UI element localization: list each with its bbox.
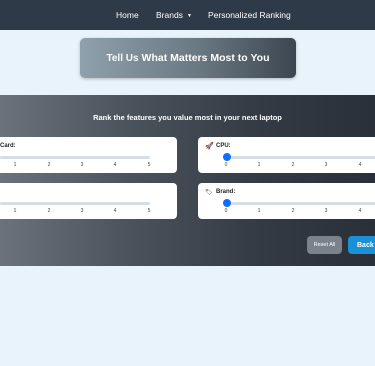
slider-tick: 1 (257, 208, 261, 214)
slider-tick: 4 (113, 208, 117, 214)
back-button[interactable]: Back (348, 236, 375, 254)
slider-tick: 2 (291, 208, 295, 214)
nav-brands-dropdown[interactable]: Brands ▼ (156, 0, 192, 30)
navbar: Home Brands ▼ Personalized Ranking (0, 0, 375, 30)
slider-tick: 2 (47, 162, 51, 168)
slider-tick: 4 (358, 208, 362, 214)
slider-thumb[interactable] (223, 199, 231, 207)
feature-card-cpu: 🚀 CPU: 0 1 2 3 4 (198, 137, 375, 173)
feature-card: 1 2 3 4 5 (0, 183, 177, 219)
feature-label: Card: (0, 143, 16, 149)
slider-thumb[interactable] (223, 153, 231, 161)
slider-track[interactable] (226, 202, 375, 205)
slider-tick: 3 (80, 208, 84, 214)
caret-down-icon: ▼ (186, 13, 192, 19)
reset-all-button[interactable]: Reset All (307, 236, 342, 254)
panel-title: Rank the features you value most in your… (93, 113, 282, 122)
slider-tick: 0 (224, 162, 228, 168)
page-banner: Tell Us What Matters Most to You (80, 38, 296, 78)
slider-tick: 5 (147, 162, 151, 168)
slider-tick: 3 (80, 162, 84, 168)
slider-track[interactable] (0, 202, 150, 205)
banner-prefix: Tell Us (106, 52, 139, 64)
slider-tick: 2 (291, 162, 295, 168)
rocket-icon: 🚀 (205, 143, 214, 150)
feature-label: Brand: (216, 189, 236, 195)
tag-icon: 🏷 (205, 190, 213, 196)
slider-track[interactable] (226, 156, 375, 159)
slider-tick: 4 (113, 162, 117, 168)
feature-card-graphics: Card: 1 2 3 4 5 (0, 137, 177, 173)
slider-tick: 3 (324, 208, 328, 214)
slider-tick: 0 (224, 208, 228, 214)
banner-emphasis: What Matters Most to You (141, 52, 270, 64)
slider-tick: 4 (358, 162, 362, 168)
feature-label: CPU: (216, 143, 231, 149)
ranking-panel: Rank the features you value most in your… (0, 95, 375, 266)
slider-tick: 2 (47, 208, 51, 214)
slider-track[interactable] (0, 156, 150, 159)
slider-tick: 3 (324, 162, 328, 168)
slider-tick: 5 (147, 208, 151, 214)
nav-home-link[interactable]: Home (116, 0, 139, 30)
nav-brands-label: Brands (156, 10, 183, 20)
nav-ranking-link[interactable]: Personalized Ranking (208, 0, 291, 30)
slider-tick: 1 (13, 208, 17, 214)
feature-card-brand: 🏷 Brand: 0 1 2 3 4 (198, 183, 375, 219)
slider-tick: 1 (257, 162, 261, 168)
slider-tick: 1 (13, 162, 17, 168)
